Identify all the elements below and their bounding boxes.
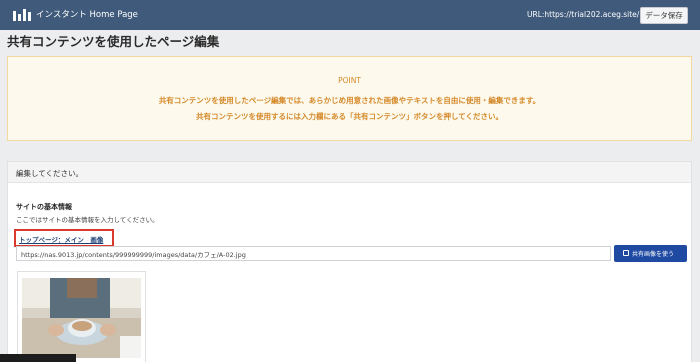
section-description: ここではサイトの基本情報を入力してください。 — [16, 216, 159, 224]
logo-icon — [13, 9, 31, 21]
highlighted-field-label: トップページ：メイン 画像 — [14, 229, 114, 247]
image-url-input[interactable] — [16, 246, 611, 261]
edit-panel: 編集してください。 サイトの基本情報 ここではサイトの基本情報を入力してください… — [7, 161, 692, 362]
point-line-2: 共有コンテンツを使用するには入力欄にある「共有コンテンツ」ボタンを押してください… — [195, 112, 504, 121]
image-icon — [623, 250, 629, 256]
point-line-1: 共有コンテンツを使用したページ編集では、あらかじめ用意された画像やテキストを自由… — [158, 96, 541, 105]
site-url[interactable]: URL:https://trial202.aceg.site/ — [527, 10, 639, 19]
point-notice: POINT 共有コンテンツを使用したページ編集では、あらかじめ用意された画像やテ… — [7, 56, 692, 141]
top-navbar: インスタント Home Page URL:https://trial202.ac… — [0, 0, 700, 30]
field-label-top-main-image[interactable]: トップページ：メイン 画像 — [19, 234, 103, 244]
panel-header-text: 編集してください。 — [16, 169, 84, 178]
section-heading: サイトの基本情報 — [16, 203, 72, 211]
image-preview-card — [17, 271, 146, 362]
use-shared-image-label: 共有画像を使う — [632, 251, 675, 258]
page-title: 共有コンテンツを使用したページ編集 — [7, 34, 220, 49]
point-title: POINT — [338, 76, 361, 85]
use-shared-image-button[interactable]: 共有画像を使う — [614, 245, 687, 262]
app-logo-text: インスタント Home Page — [36, 10, 138, 20]
bottom-scroll-tab[interactable] — [0, 354, 76, 362]
cafe-photo-image — [22, 278, 141, 358]
save-data-button[interactable]: データ保存 — [640, 7, 688, 24]
panel-header: 編集してください。 — [8, 162, 691, 183]
